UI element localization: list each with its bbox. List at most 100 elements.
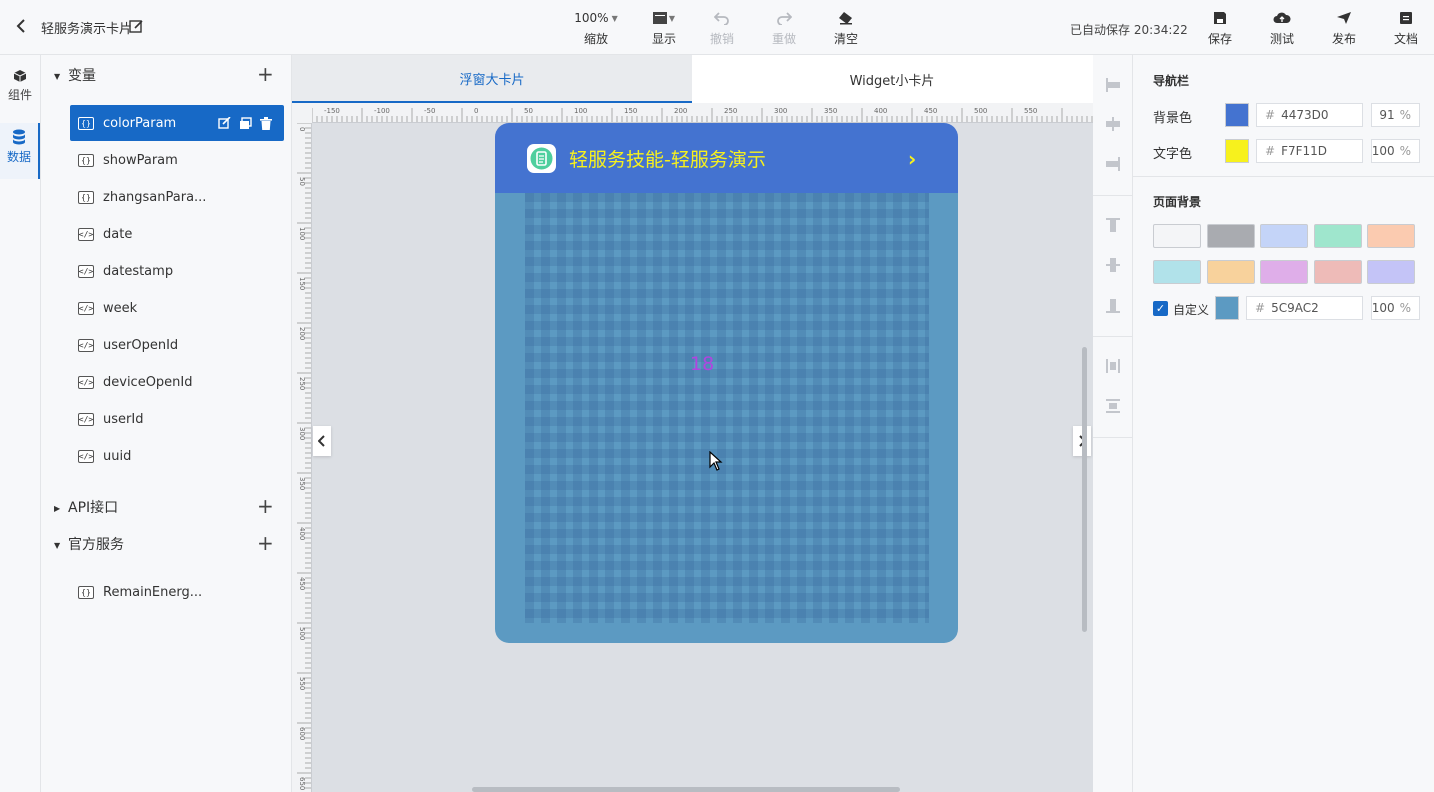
api-section-header[interactable]: ▶ API接口: [54, 497, 118, 517]
ruler-tick-label: 650: [298, 777, 306, 790]
value-text[interactable]: 18: [690, 353, 714, 375]
textcolor-opacity-input[interactable]: 100%: [1371, 139, 1420, 163]
docs-button[interactable]: 文档: [1390, 8, 1422, 47]
variable-item[interactable]: </> date: [70, 216, 284, 252]
align-center-horizontal-icon[interactable]: [1103, 114, 1123, 134]
bg-preset-swatch[interactable]: [1153, 224, 1201, 248]
autosave-status: 已自动保存 20:34:22: [1070, 23, 1188, 37]
ruler-tick-label: -50: [424, 107, 435, 115]
system-variable-icon: </>: [78, 301, 94, 315]
variable-item[interactable]: {} colorParam: [70, 105, 284, 141]
background-pattern: [525, 193, 929, 623]
clear-button[interactable]: 清空: [830, 8, 862, 47]
rail-components[interactable]: 组件: [0, 65, 40, 117]
tab-widget-card[interactable]: Widget小卡片: [692, 55, 1092, 103]
bgcolor-hex-value: 4473D0: [1281, 108, 1329, 122]
navbar-heading: 导航栏: [1153, 74, 1190, 88]
bg-preset-swatch[interactable]: [1260, 260, 1308, 284]
bg-preset-swatch[interactable]: [1206, 260, 1255, 284]
custom-bg-swatch[interactable]: [1215, 296, 1239, 320]
bg-preset-swatch[interactable]: [1313, 260, 1362, 284]
object-icon: {}: [78, 153, 94, 167]
document-icon: [1400, 12, 1412, 24]
bg-preset-swatch[interactable]: [1206, 224, 1255, 248]
data-panel: ▼ 变量 + {} colorParam {} showParam {} zhangs…: [41, 55, 292, 792]
bg-preset-swatch[interactable]: [1153, 260, 1201, 284]
tab-large-card[interactable]: 浮窗大卡片: [292, 55, 692, 103]
variable-item[interactable]: </> deviceOpenId: [70, 364, 284, 400]
ruler-tick-label: 500: [298, 627, 306, 640]
textcolor-hex-input[interactable]: # F7F11D: [1256, 139, 1363, 163]
variable-item[interactable]: </> uuid: [70, 438, 284, 474]
ruler-tick-label: 0: [474, 107, 478, 115]
edit-title-icon[interactable]: [129, 19, 144, 38]
publish-label: 发布: [1331, 32, 1356, 46]
system-variable-icon: </>: [78, 412, 94, 426]
test-button[interactable]: 测试: [1266, 8, 1298, 47]
variable-item[interactable]: </> userId: [70, 401, 284, 437]
custom-bg-checkbox[interactable]: ✓: [1153, 301, 1168, 316]
variables-section-header[interactable]: ▼ 变量: [54, 65, 96, 85]
distribute-horizontal-icon[interactable]: [1103, 356, 1123, 376]
back-icon[interactable]: [16, 18, 32, 36]
add-api-button[interactable]: +: [257, 496, 274, 516]
custom-opacity-input[interactable]: 100%: [1371, 296, 1420, 320]
official-section-header[interactable]: ▼ 官方服务: [54, 534, 124, 554]
rail-components-label: 组件: [7, 88, 32, 102]
custom-hex-input[interactable]: #5C9AC2: [1246, 296, 1363, 320]
align-top-icon[interactable]: [1103, 215, 1123, 235]
undo-button[interactable]: 撤销: [706, 8, 738, 47]
zoom-control[interactable]: 100% ▼ 缩放: [572, 8, 620, 47]
bgcolor-swatch[interactable]: [1225, 103, 1249, 127]
display-button[interactable]: ▼ 显示: [646, 8, 682, 47]
save-label: 保存: [1207, 32, 1232, 46]
distribute-vertical-icon[interactable]: [1103, 396, 1123, 416]
variable-name: datestamp: [103, 263, 174, 279]
align-right-icon[interactable]: [1103, 154, 1123, 174]
preview-card[interactable]: 轻服务技能-轻服务演示 › 18: [495, 123, 958, 643]
alignment-toolbar: [1093, 55, 1133, 792]
align-center-vertical-icon[interactable]: [1103, 255, 1123, 275]
variable-name: date: [103, 226, 133, 242]
chevron-right-icon[interactable]: ›: [908, 147, 916, 171]
official-item[interactable]: {} RemainEnerg...: [70, 574, 284, 610]
ruler-tick-label: 50: [524, 107, 533, 115]
save-button[interactable]: 保存: [1204, 8, 1236, 47]
bg-preset-swatch[interactable]: [1260, 224, 1308, 248]
bgcolor-opacity-input[interactable]: 91%: [1371, 103, 1420, 127]
align-bottom-icon[interactable]: [1103, 296, 1123, 316]
bg-preset-swatch[interactable]: [1313, 224, 1362, 248]
card-navbar[interactable]: 轻服务技能-轻服务演示 ›: [495, 123, 958, 193]
display-icon: [652, 12, 667, 24]
percent-sign: %: [1399, 108, 1411, 122]
trash-icon[interactable]: [260, 116, 272, 130]
card-body[interactable]: 18: [495, 193, 958, 643]
align-left-icon[interactable]: [1103, 75, 1123, 95]
variable-item[interactable]: {} zhangsanPara...: [70, 179, 284, 215]
add-official-button[interactable]: +: [257, 533, 274, 553]
vertical-scrollbar[interactable]: [1082, 347, 1087, 632]
variable-item[interactable]: </> week: [70, 290, 284, 326]
docs-label: 文档: [1393, 32, 1418, 46]
redo-button[interactable]: 重做: [768, 8, 800, 47]
horizontal-scrollbar[interactable]: [472, 787, 900, 792]
ruler-tick-label: 550: [1024, 107, 1037, 115]
variable-item[interactable]: </> datestamp: [70, 253, 284, 289]
bg-preset-swatch[interactable]: [1367, 260, 1415, 284]
ruler-tick-label: 0: [298, 127, 306, 131]
variable-item[interactable]: </> userOpenId: [70, 327, 284, 363]
add-variable-button[interactable]: +: [257, 64, 274, 84]
variable-item[interactable]: {} showParam: [70, 142, 284, 178]
collapse-left-button[interactable]: [313, 426, 331, 456]
divider: [1133, 176, 1434, 177]
caret-down-icon: ▼: [54, 71, 61, 81]
publish-button[interactable]: 发布: [1328, 8, 1360, 47]
bg-preset-swatch[interactable]: [1367, 224, 1415, 248]
ruler-tick-label: 450: [298, 577, 306, 590]
divider: [1093, 336, 1132, 337]
rail-data[interactable]: 数据: [0, 123, 40, 179]
copy-icon[interactable]: [239, 116, 252, 130]
edit-icon[interactable]: [218, 116, 231, 130]
bgcolor-hex-input[interactable]: #4473D0: [1256, 103, 1363, 127]
textcolor-swatch[interactable]: [1225, 139, 1249, 163]
